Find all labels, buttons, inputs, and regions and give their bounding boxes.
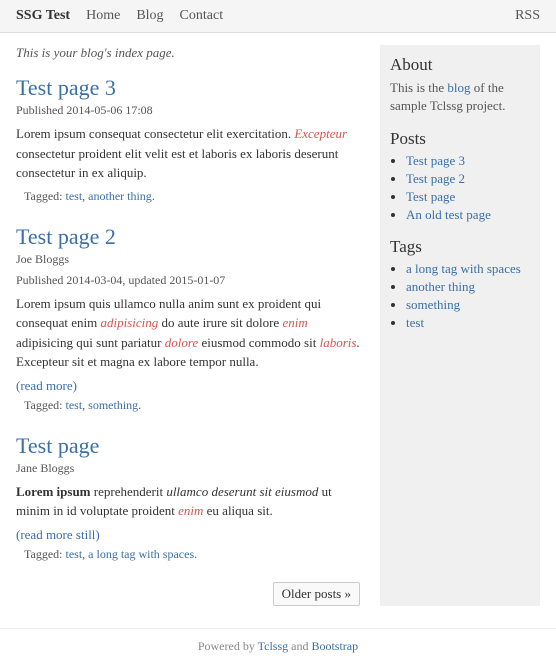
posts-container: Test page 3 Published 2014-05-06 17:08 Lor… (16, 75, 360, 562)
sidebar-tags-section: Tags a long tag with spaces another thing… (390, 237, 530, 331)
sidebar-tag-link[interactable]: test (406, 315, 424, 330)
post-body-span: Excepteur (294, 126, 347, 141)
footer-text-before: Powered by (198, 639, 258, 653)
post-item: Test page 2 Joe Bloggs Published 2014-03-0… (16, 224, 360, 413)
post-body-span: dolore (165, 335, 198, 350)
post-body-span: laboris (320, 335, 357, 350)
sidebar: About This is the blog of the sample Tcl… (380, 45, 540, 606)
post-title-link[interactable]: Test page 2 (16, 224, 116, 249)
post-item: Test page Jane Bloggs Lorem ipsum reprehen… (16, 433, 360, 562)
sidebar-post-item: An old test page (406, 207, 530, 223)
older-posts-link[interactable]: Older posts » (273, 582, 360, 606)
sidebar-post-link[interactable]: Test page (406, 189, 455, 204)
sidebar-tag-link[interactable]: something (406, 297, 460, 312)
sidebar-post-item: Test page 2 (406, 171, 530, 187)
sidebar-tag-item: test (406, 315, 530, 331)
footer: Powered by Tclssg and Bootstrap (0, 628, 556, 664)
post-body-span: adipisicing (100, 315, 158, 330)
rss-link[interactable]: RSS (515, 8, 540, 24)
read-more-link[interactable]: (read more) (16, 378, 77, 393)
post-body-span: do aute irure sit dolore (158, 315, 282, 330)
nav-link-blog[interactable]: Blog (136, 8, 163, 24)
tag-link[interactable]: something (88, 398, 138, 412)
footer-text-middle: and (288, 639, 311, 653)
tag-link[interactable]: test (65, 547, 82, 561)
sidebar-post-link[interactable]: An old test page (406, 207, 491, 222)
post-body: Lorem ipsum quis ullamco nulla anim sunt… (16, 294, 360, 372)
about-text-before: This is the (390, 80, 447, 95)
content-wrapper: This is your blog's index page. Test pag… (0, 33, 556, 618)
navbar: SSG Test Home Blog Contact RSS (0, 0, 556, 33)
post-body-span: Lorem ipsum (16, 484, 91, 499)
sidebar-posts-heading: Posts (390, 129, 530, 149)
sidebar-tag-item: a long tag with spaces (406, 261, 530, 277)
post-title-link[interactable]: Test page (16, 433, 99, 458)
read-more-link[interactable]: (read more still) (16, 527, 100, 542)
post-tags: Tagged: test, another thing. (16, 189, 360, 204)
sidebar-about-heading: About (390, 55, 530, 75)
sidebar-about-section: About This is the blog of the sample Tcl… (390, 55, 530, 115)
nav-link-home[interactable]: Home (86, 8, 120, 24)
post-body-span: consectetur proident elit velit est et l… (16, 146, 338, 181)
post-body-span: enim (178, 503, 203, 518)
tag-link[interactable]: a long tag with spaces (88, 547, 194, 561)
post-body: Lorem ipsum reprehenderit ullamco deseru… (16, 482, 360, 521)
post-body-span: enim (282, 315, 307, 330)
sidebar-tag-link[interactable]: a long tag with spaces (406, 261, 521, 276)
sidebar-tags-list: a long tag with spaces another thing somet… (390, 261, 530, 331)
footer-tclssg-link[interactable]: Tclssg (258, 639, 289, 653)
sidebar-posts-section: Posts Test page 3 Test page 2 Test page An … (390, 129, 530, 223)
post-body-span: ullamco deserunt sit eiusmod (166, 484, 318, 499)
post-tags: Tagged: test, a long tag with spaces. (16, 547, 360, 562)
post-date: Published 2014-03-04, updated 2015-01-07 (16, 273, 360, 288)
sidebar-post-link[interactable]: Test page 3 (406, 153, 465, 168)
blog-intro: This is your blog's index page. (16, 45, 360, 61)
tag-link[interactable]: test (65, 189, 82, 203)
post-author: Jane Bloggs (16, 461, 360, 476)
about-blog-link[interactable]: blog (447, 80, 470, 95)
read-more-wrap: (read more still) (16, 527, 360, 543)
sidebar-tag-link[interactable]: another thing (406, 279, 475, 294)
main-content: This is your blog's index page. Test pag… (16, 45, 360, 606)
sidebar-tags-heading: Tags (390, 237, 530, 257)
tag-link[interactable]: another thing (88, 189, 152, 203)
post-body-span: Lorem ipsum consequat consectetur elit e… (16, 126, 294, 141)
read-more-wrap: (read more) (16, 378, 360, 394)
pagination: Older posts » (16, 582, 360, 606)
sidebar-post-item: Test page 3 (406, 153, 530, 169)
tag-link[interactable]: test (65, 398, 82, 412)
post-body-span: eu aliqua sit. (203, 503, 272, 518)
sidebar-post-item: Test page (406, 189, 530, 205)
nav-link-contact[interactable]: Contact (180, 8, 224, 24)
post-body-span: reprehenderit (91, 484, 167, 499)
sidebar-posts-list: Test page 3 Test page 2 Test page An old te… (390, 153, 530, 223)
post-author: Joe Bloggs (16, 252, 360, 267)
post-body: Lorem ipsum consequat consectetur elit e… (16, 124, 360, 183)
sidebar-tag-item: another thing (406, 279, 530, 295)
post-body-span: eiusmod commodo sit (198, 335, 319, 350)
sidebar-tag-item: something (406, 297, 530, 313)
post-body-span: adipisicing qui sunt pariatur (16, 335, 165, 350)
footer-bootstrap-link[interactable]: Bootstrap (311, 639, 358, 653)
post-tags: Tagged: test, something. (16, 398, 360, 413)
sidebar-post-link[interactable]: Test page 2 (406, 171, 465, 186)
sidebar-about-text: This is the blog of the sample Tclssg pr… (390, 79, 530, 115)
nav-brand[interactable]: SSG Test (16, 8, 70, 24)
post-title-link[interactable]: Test page 3 (16, 75, 116, 100)
post-item: Test page 3 Published 2014-05-06 17:08 Lor… (16, 75, 360, 204)
post-date: Published 2014-05-06 17:08 (16, 103, 360, 118)
